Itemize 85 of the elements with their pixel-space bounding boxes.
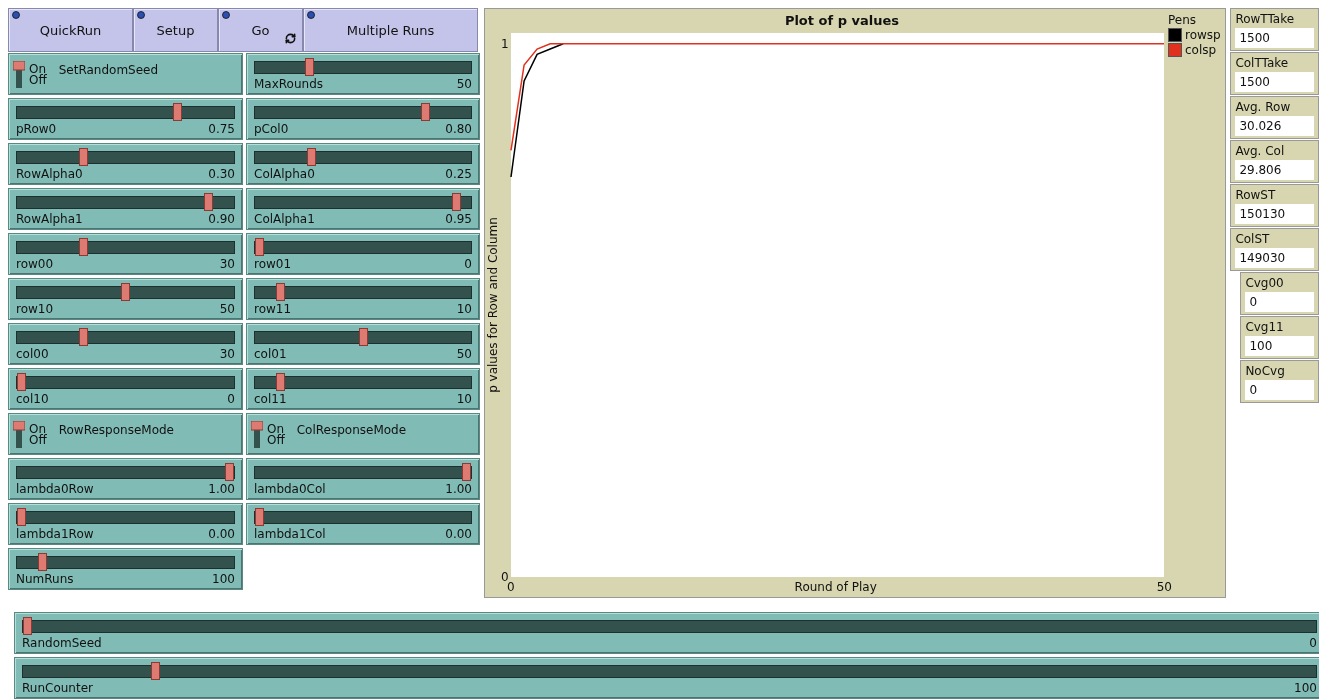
monitor-label: ColST	[1235, 232, 1271, 246]
slider-value: 0.80	[445, 121, 472, 136]
slider-label: lambda0Row	[16, 481, 94, 496]
plot-title: Plot of p values	[784, 13, 899, 28]
slider-label: col10	[16, 391, 49, 406]
x-tick-label: 50	[1156, 580, 1172, 594]
action-button[interactable]: Setup	[133, 8, 218, 52]
monitor-value: 0	[1245, 380, 1314, 400]
slider-label: ColAlpha0	[254, 166, 315, 181]
monitor-label: Cvg11	[1245, 320, 1285, 334]
slider-label: ColAlpha1	[254, 211, 315, 226]
off-label: Off	[29, 434, 47, 446]
slider-value: 0	[227, 391, 235, 406]
on-label: On	[29, 423, 47, 435]
x-axis-label: Round of Play	[794, 580, 877, 594]
legend-label: rowsp	[1185, 28, 1221, 42]
monitor-value: 1500	[1235, 28, 1314, 48]
switch-label: ColResponseMode	[296, 422, 407, 437]
slider-label: RandomSeed	[22, 635, 102, 650]
on-label: On	[29, 63, 47, 75]
monitor-label: ColTTake	[1235, 56, 1290, 70]
x-tick-label: 0	[507, 580, 515, 594]
slider-value: 10	[456, 301, 472, 316]
slider-label: row10	[16, 301, 54, 316]
slider-label: pRow0	[16, 121, 57, 136]
monitor-label: Avg. Row	[1235, 100, 1292, 114]
slider-value: 30	[219, 346, 235, 361]
slider-value: 0.00	[445, 526, 472, 541]
y-axis-label: p values for Row and Column	[486, 217, 500, 393]
slider-value: 0	[464, 256, 472, 271]
slider-value: 30	[219, 256, 235, 271]
switch-label: RowResponseMode	[58, 422, 174, 437]
slider-value: 50	[456, 76, 472, 91]
slider-value: 100	[1294, 680, 1317, 695]
monitor-value: 150130	[1235, 204, 1314, 224]
slider-value: 0.75	[208, 121, 235, 136]
slider-label: lambda1Col	[254, 526, 326, 541]
slider-label: RowAlpha0	[16, 166, 83, 181]
on-label: On	[267, 423, 285, 435]
slider-value: 1.00	[208, 481, 235, 496]
slider-label: col01	[254, 346, 287, 361]
slider-label: MaxRounds	[254, 76, 324, 91]
slider-value: 100	[212, 571, 235, 586]
slider-label: row01	[254, 256, 292, 271]
switch-label: SetRandomSeed	[58, 62, 159, 77]
slider-value: 50	[456, 346, 472, 361]
monitor-label: Cvg00	[1245, 276, 1285, 290]
monitor-label: Avg. Col	[1235, 144, 1286, 158]
slider-label: pCol0	[254, 121, 289, 136]
slider-label: lambda0Col	[254, 481, 326, 496]
monitor-value: 149030	[1235, 248, 1314, 268]
slider-label: col00	[16, 346, 49, 361]
action-button[interactable]: Multiple Runs	[303, 8, 478, 52]
monitor-value: 30.026	[1235, 116, 1314, 136]
slider-value: 50	[219, 301, 235, 316]
y-tick-label: 1	[501, 36, 509, 51]
monitor-value: 29.806	[1235, 160, 1314, 180]
slider-label: RowAlpha1	[16, 211, 83, 226]
off-label: Off	[267, 434, 285, 446]
slider-label: col11	[254, 391, 287, 406]
monitor-label: RowST	[1235, 188, 1277, 202]
slider-value: 0.95	[445, 211, 472, 226]
slider-label: row11	[254, 301, 292, 316]
y-tick-label: 0	[501, 570, 509, 584]
slider-value: 1.00	[445, 481, 472, 496]
slider-value: 0.90	[208, 211, 235, 226]
slider-label: RunCounter	[22, 680, 93, 695]
slider-value: 10	[456, 391, 472, 406]
legend-title: Pens	[1168, 13, 1198, 27]
slider-label: row00	[16, 256, 54, 271]
slider-value: 0	[1309, 635, 1317, 650]
action-button[interactable]: Go	[218, 8, 303, 52]
off-label: Off	[29, 74, 47, 86]
legend-label: colsp	[1185, 43, 1217, 57]
monitor-value: 1500	[1235, 72, 1314, 92]
monitor-label: RowTTake	[1235, 12, 1296, 26]
slider-value: 0.25	[445, 166, 472, 181]
action-button[interactable]: QuickRun	[8, 8, 133, 52]
monitor-value: 0	[1245, 292, 1314, 312]
slider-label: NumRuns	[16, 571, 74, 586]
monitor-label: NoCvg	[1245, 364, 1286, 378]
slider-value: 0.30	[208, 166, 235, 181]
monitor-value: 100	[1245, 336, 1314, 356]
slider-label: lambda1Row	[16, 526, 94, 541]
slider-value: 0.00	[208, 526, 235, 541]
